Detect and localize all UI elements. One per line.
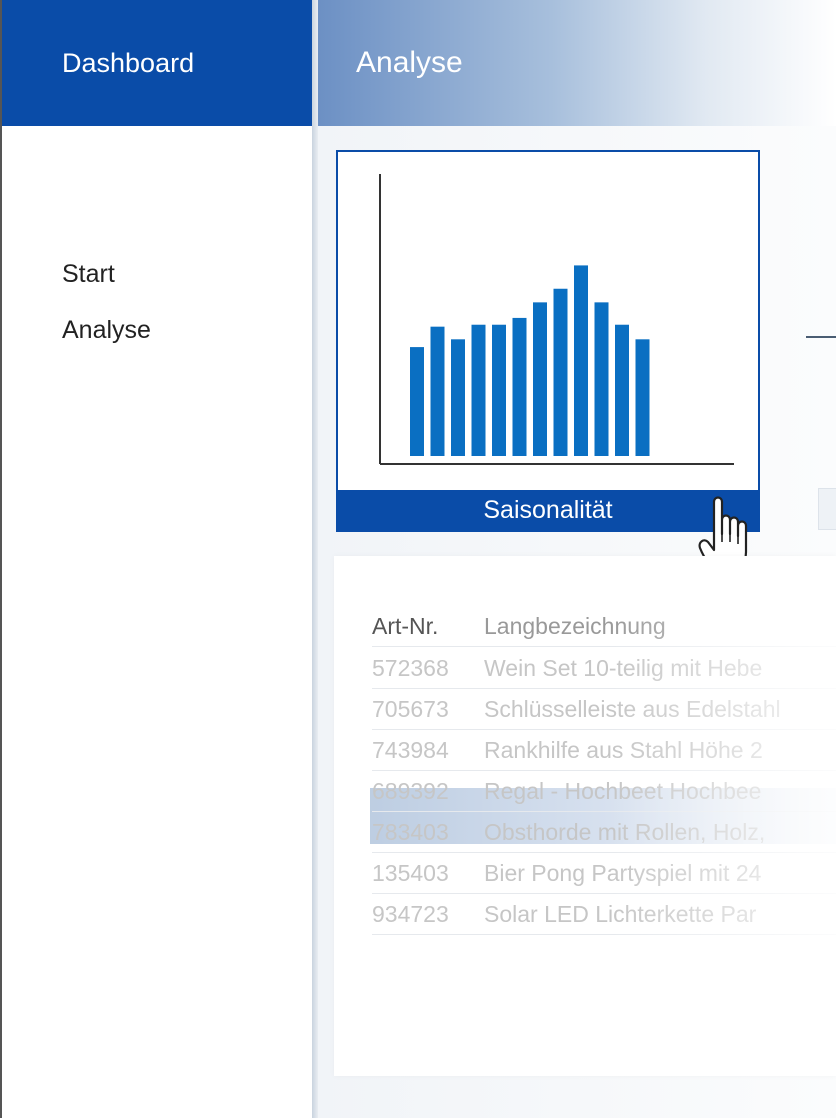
seasonality-chart-card[interactable]: Saisonalität (336, 150, 760, 532)
dashboard-tab[interactable]: Dashboard (2, 0, 314, 126)
chart-bar (574, 265, 588, 456)
sidebar: Dashboard Start Analyse (0, 0, 314, 1118)
chart-bar (451, 339, 465, 456)
chart-bar (615, 324, 629, 456)
art-nr-cell: 934723 (372, 900, 449, 927)
next-card-edge (818, 488, 836, 530)
chart-bar (512, 317, 527, 456)
article-table: Art-Nr. Langbezeichnung 572368 Wein Set 1… (334, 556, 836, 1076)
chart-card-label: Saisonalität (338, 490, 758, 530)
chart-bar (635, 339, 650, 456)
art-nr-cell: 135403 (372, 859, 449, 886)
langbezeichnung-cell: Schlüsselleiste aus Edelstahl (484, 695, 781, 722)
column-header-langbezeichnung[interactable]: Langbezeichnung (484, 613, 666, 640)
table-row[interactable]: 934723 Solar LED Lichterkette Par (372, 894, 836, 935)
table-row[interactable]: 783403 Obsthorde mit Rollen, Holz, (372, 812, 836, 853)
langbezeichnung-cell: Bier Pong Partyspiel mit 24 (484, 859, 762, 886)
connector-line (806, 336, 836, 338)
chart-bar (410, 347, 424, 456)
chart-bar (471, 324, 486, 456)
chart-bar (533, 302, 547, 456)
sidebar-item-start[interactable]: Start (62, 260, 115, 289)
art-nr-cell: 743984 (372, 736, 449, 763)
langbezeichnung-cell: Regal - Hochbeet Hochbee (484, 777, 762, 804)
langbezeichnung-cell: Wein Set 10-teilig mit Hebe (484, 654, 763, 681)
table-row[interactable]: 743984 Rankhilfe aus Stahl Höhe 2 (372, 730, 836, 771)
table-row[interactable]: 135403 Bier Pong Partyspiel mit 24 (372, 853, 836, 894)
art-nr-cell: 572368 (372, 654, 449, 681)
seasonality-chart (379, 174, 734, 465)
table-row[interactable]: 572368 Wein Set 10-teilig mit Hebe (372, 648, 836, 689)
art-nr-cell: 689392 (372, 777, 449, 804)
sidebar-item-analyse[interactable]: Analyse (62, 316, 151, 345)
langbezeichnung-cell: Obsthorde mit Rollen, Holz, (484, 818, 766, 845)
chart-bar (430, 326, 445, 456)
table-row[interactable]: 689392 Regal - Hochbeet Hochbee (372, 771, 836, 812)
langbezeichnung-cell: Solar LED Lichterkette Par (484, 900, 757, 927)
page-title: Analyse (318, 0, 836, 126)
chart-bar (553, 288, 568, 456)
langbezeichnung-cell: Rankhilfe aus Stahl Höhe 2 (484, 736, 763, 763)
art-nr-cell: 705673 (372, 695, 449, 722)
chart-bar (594, 302, 609, 456)
column-header-art-nr[interactable]: Art-Nr. (372, 613, 484, 640)
table-row[interactable]: 705673 Schlüsselleiste aus Edelstahl (372, 689, 836, 730)
table-header: Art-Nr. Langbezeichnung (372, 606, 836, 647)
art-nr-cell: 783403 (372, 818, 449, 845)
chart-bar (492, 324, 506, 456)
main-panel: Analyse Saisonalität Art-Nr. Langbezeich… (318, 0, 836, 1118)
